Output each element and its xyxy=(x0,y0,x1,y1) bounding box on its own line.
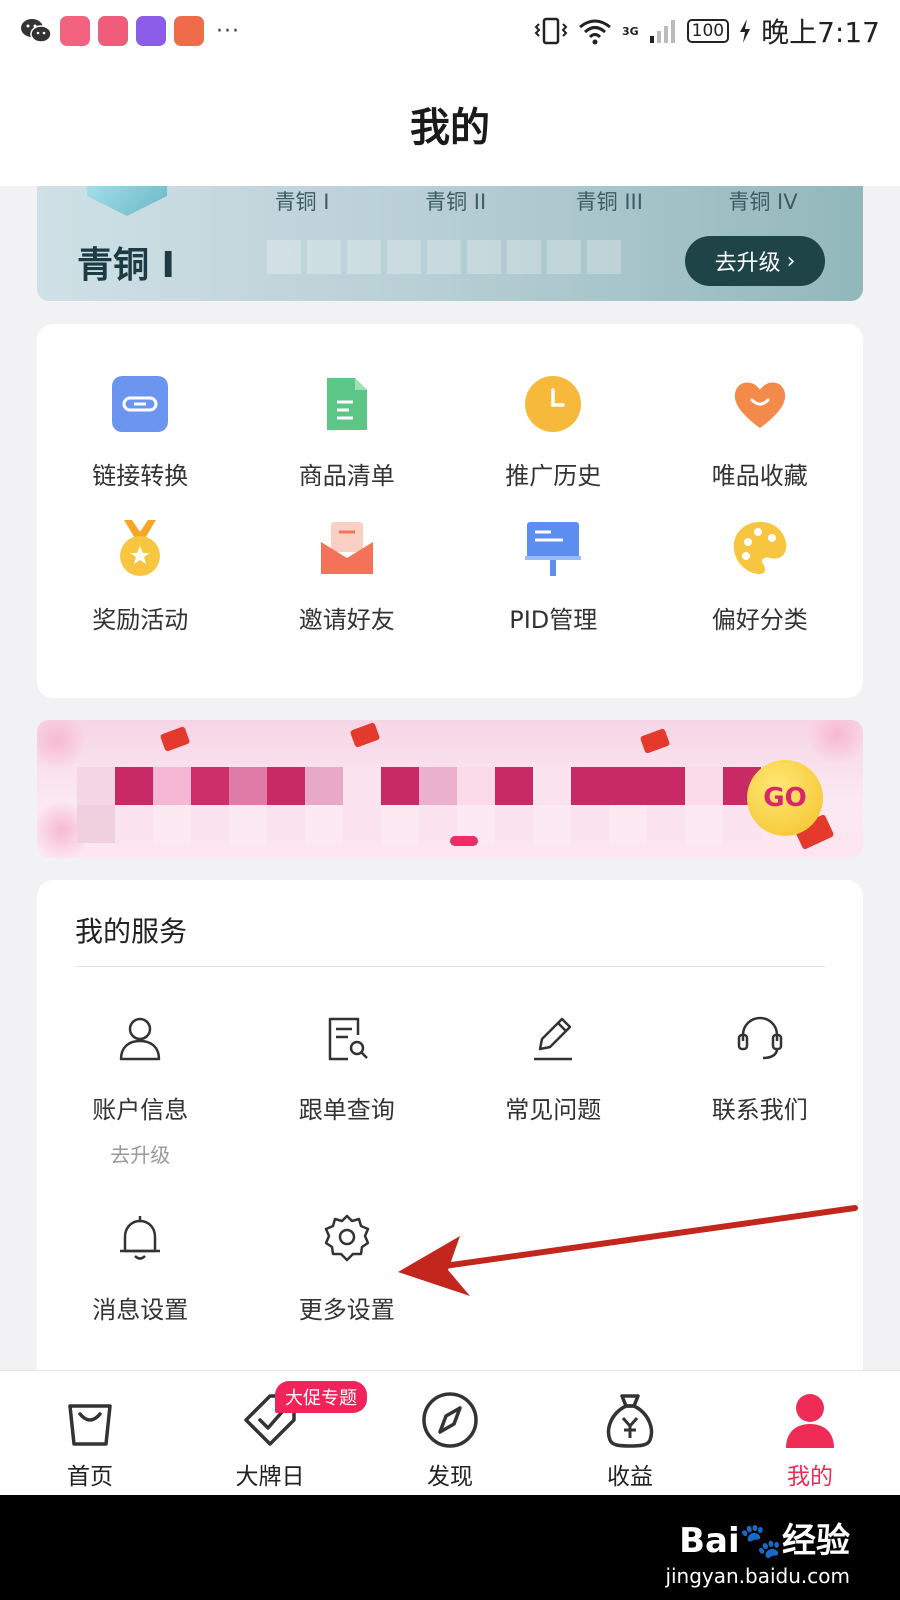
nav-label: 大牌日 xyxy=(235,1464,305,1490)
billboard-icon xyxy=(523,518,583,578)
footer-area: Bai🐾经验 jingyan.baidu.com xyxy=(0,1495,900,1600)
red-envelope-decoration xyxy=(349,722,381,748)
medal-icon xyxy=(110,518,170,578)
services-title: 我的服务 xyxy=(75,915,188,948)
member-level-card: 青铜 I 青铜 II 青铜 III 青铜 IV 青铜 I 去升级 › xyxy=(37,186,863,301)
service-label: 联系我们 xyxy=(711,1096,808,1124)
more-notifications-icon: ··· xyxy=(216,18,240,44)
link-icon xyxy=(110,374,170,434)
service-label: 账户信息 xyxy=(92,1096,189,1124)
level-tab[interactable]: 青铜 I xyxy=(242,186,362,216)
tool-label: 奖励活动 xyxy=(92,606,189,634)
annotation-arrow xyxy=(398,1205,858,1296)
app-icon-4 xyxy=(174,16,204,46)
service-label: 跟单查询 xyxy=(298,1096,395,1124)
upgrade-button[interactable]: 去升级 › xyxy=(685,236,825,286)
nav-discover[interactable]: 发现 xyxy=(360,1371,540,1495)
promo-banner[interactable]: GO xyxy=(37,720,863,858)
current-level: 青铜 I xyxy=(77,245,175,286)
tool-reward-activity[interactable]: 奖励活动 xyxy=(37,484,244,644)
headset-icon xyxy=(732,1010,788,1066)
bell-icon xyxy=(112,1210,168,1266)
nav-brand-day[interactable]: 大促专题 大牌日 xyxy=(180,1371,367,1495)
service-label: 消息设置 xyxy=(92,1296,189,1324)
wifi-icon xyxy=(579,19,611,45)
nav-home[interactable]: 首页 xyxy=(0,1371,180,1495)
nav-label: 我的 xyxy=(787,1464,833,1490)
bottom-navigation: 首页 大促专题 大牌日 发现 收益 我的 xyxy=(0,1370,900,1495)
nav-earnings[interactable]: 收益 xyxy=(540,1371,720,1495)
red-envelope-decoration xyxy=(159,726,191,752)
divider xyxy=(75,966,825,967)
app-icon-2 xyxy=(98,16,128,46)
carousel-indicator xyxy=(450,836,478,846)
clock-icon xyxy=(523,374,583,434)
banner-text-redacted xyxy=(77,805,761,843)
tool-link-convert[interactable]: 链接转换 xyxy=(37,324,244,490)
user-icon xyxy=(112,1010,168,1066)
tool-pid-manage[interactable]: PID管理 xyxy=(450,484,657,644)
upgrade-label: 去升级 xyxy=(714,251,781,276)
chevron-right-icon: › xyxy=(786,248,796,274)
shopping-bag-icon xyxy=(59,1389,121,1451)
nav-label: 收益 xyxy=(607,1464,653,1490)
pencil-icon xyxy=(525,1010,581,1066)
tool-promo-history[interactable]: 推广历史 xyxy=(450,324,657,490)
gear-icon xyxy=(319,1210,375,1266)
promo-badge: 大促专题 xyxy=(275,1381,367,1413)
tool-preference-category[interactable]: 偏好分类 xyxy=(657,484,864,644)
tool-label: PID管理 xyxy=(509,606,598,634)
palette-icon xyxy=(730,518,790,578)
level-gem-icon xyxy=(87,186,167,216)
level-tabs: 青铜 I 青铜 II 青铜 III 青铜 IV xyxy=(242,186,823,216)
money-bag-icon xyxy=(599,1389,661,1451)
nav-label: 首页 xyxy=(67,1464,113,1490)
wechat-icon xyxy=(21,19,52,43)
service-contact-us[interactable]: 联系我们 xyxy=(657,1010,864,1210)
search-doc-icon xyxy=(319,1010,375,1066)
level-tab[interactable]: 青铜 III xyxy=(549,186,669,216)
status-bar: ··· 3G 100 晚上7:17 xyxy=(0,0,900,62)
blossom-decoration xyxy=(37,720,87,770)
blossom-decoration xyxy=(807,720,863,765)
app-icon-3 xyxy=(136,16,166,46)
service-order-tracking[interactable]: 跟单查询 xyxy=(244,1010,451,1210)
tool-label: 偏好分类 xyxy=(711,606,808,634)
charging-icon xyxy=(740,19,751,43)
clock-time: 晚上7:17 xyxy=(761,16,880,49)
watermark-logo: Bai🐾经验 xyxy=(679,1521,850,1561)
person-icon xyxy=(779,1389,841,1451)
nav-label: 发现 xyxy=(427,1464,473,1490)
service-label: 常见问题 xyxy=(505,1096,602,1124)
go-button[interactable]: GO xyxy=(747,760,823,836)
vibrate-icon xyxy=(534,17,568,45)
service-label: 更多设置 xyxy=(298,1296,395,1324)
banner-text-redacted xyxy=(77,767,761,805)
battery-icon: 100 xyxy=(686,19,730,43)
red-envelope-decoration xyxy=(639,728,671,754)
service-account-info[interactable]: 账户信息 去升级 xyxy=(37,1010,244,1210)
service-sublabel: 去升级 xyxy=(110,1143,171,1167)
service-faq[interactable]: 常见问题 xyxy=(450,1010,657,1210)
watermark-url: jingyan.baidu.com xyxy=(665,1564,850,1588)
tool-favorites[interactable]: 唯品收藏 xyxy=(657,324,864,490)
envelope-icon xyxy=(317,518,377,578)
level-tab[interactable]: 青铜 II xyxy=(396,186,516,216)
tools-card: 链接转换 商品清单 推广历史 唯品收藏 奖励活动 邀请好友 PID管理 偏好分类 xyxy=(37,324,863,698)
page-title: 我的 xyxy=(410,105,490,151)
nav-mine[interactable]: 我的 xyxy=(720,1371,900,1495)
level-tab[interactable]: 青铜 IV xyxy=(703,186,823,216)
signal-icon xyxy=(649,20,675,43)
tool-invite-friends[interactable]: 邀请好友 xyxy=(244,484,451,644)
network-type: 3G xyxy=(621,24,639,38)
level-progress-redacted xyxy=(267,240,621,274)
app-icon-1 xyxy=(60,16,90,46)
document-icon xyxy=(317,374,377,434)
heart-icon xyxy=(730,374,790,434)
baidu-jingyan-watermark: Bai🐾经验 jingyan.baidu.com xyxy=(665,1513,850,1588)
tool-product-list[interactable]: 商品清单 xyxy=(244,324,451,490)
compass-icon xyxy=(419,1389,481,1451)
tool-label: 邀请好友 xyxy=(298,606,395,634)
page-header: 我的 xyxy=(0,62,900,186)
